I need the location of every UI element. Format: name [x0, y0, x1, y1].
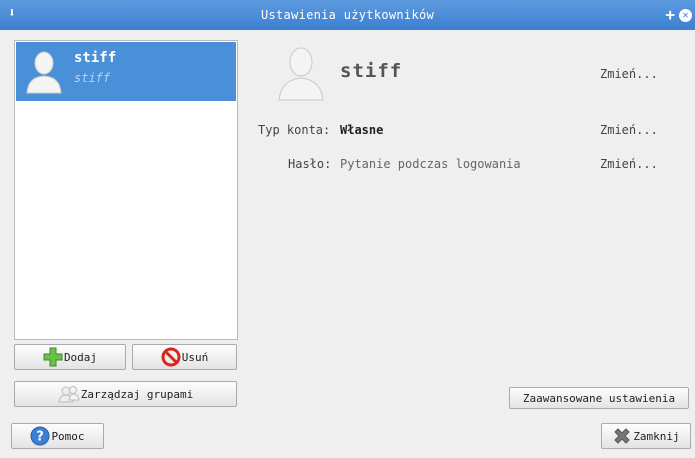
password-label: Hasło:	[288, 157, 332, 171]
remove-icon	[161, 347, 181, 367]
password-value: Pytanie podczas logowania	[340, 157, 521, 171]
user-avatar-icon	[278, 47, 324, 101]
close-x-icon	[614, 428, 631, 444]
add-icon	[43, 347, 63, 367]
user-login: stiff	[74, 71, 111, 85]
add-user-button[interactable]: Dodaj	[14, 344, 126, 370]
change-name-link[interactable]: Zmień...	[600, 67, 658, 81]
window-title: Ustawienia użytkowników	[260, 8, 435, 22]
manage-groups-button[interactable]: Zarządzaj grupami	[14, 381, 237, 407]
user-avatar-icon	[26, 51, 62, 94]
maximize-icon[interactable]: +	[665, 5, 675, 24]
close-button[interactable]: Zamknij	[601, 423, 691, 449]
svg-text:?: ?	[37, 430, 45, 445]
remove-user-button[interactable]: Usuń	[132, 344, 237, 370]
remove-user-label: Usuń	[181, 350, 209, 364]
account-name: stiff	[340, 60, 403, 82]
change-password-link[interactable]: Zmień...	[600, 157, 658, 171]
title-bar: ⬇ Ustawienia użytkowników + ✕	[0, 0, 695, 30]
manage-groups-label: Zarządzaj grupami	[80, 387, 194, 401]
help-icon: ?	[30, 426, 50, 446]
user-list-item[interactable]: stiff stiff	[16, 42, 236, 101]
close-icon[interactable]: ✕	[679, 9, 692, 22]
advanced-settings-button[interactable]: Zaawansowane ustawienia	[509, 387, 689, 409]
help-button[interactable]: ? Pomoc	[11, 423, 104, 449]
close-label: Zamknij	[633, 429, 680, 443]
account-type-value: Własne	[340, 123, 384, 137]
account-type-label: Typ konta:	[258, 123, 331, 137]
help-label: Pomoc	[51, 429, 85, 443]
change-account-type-link[interactable]: Zmień...	[600, 123, 658, 137]
group-icon	[58, 386, 80, 403]
advanced-settings-label: Zaawansowane ustawienia	[522, 391, 676, 405]
user-list[interactable]: stiff stiff	[14, 40, 238, 340]
add-user-label: Dodaj	[63, 350, 98, 364]
user-name: stiff	[74, 50, 117, 66]
